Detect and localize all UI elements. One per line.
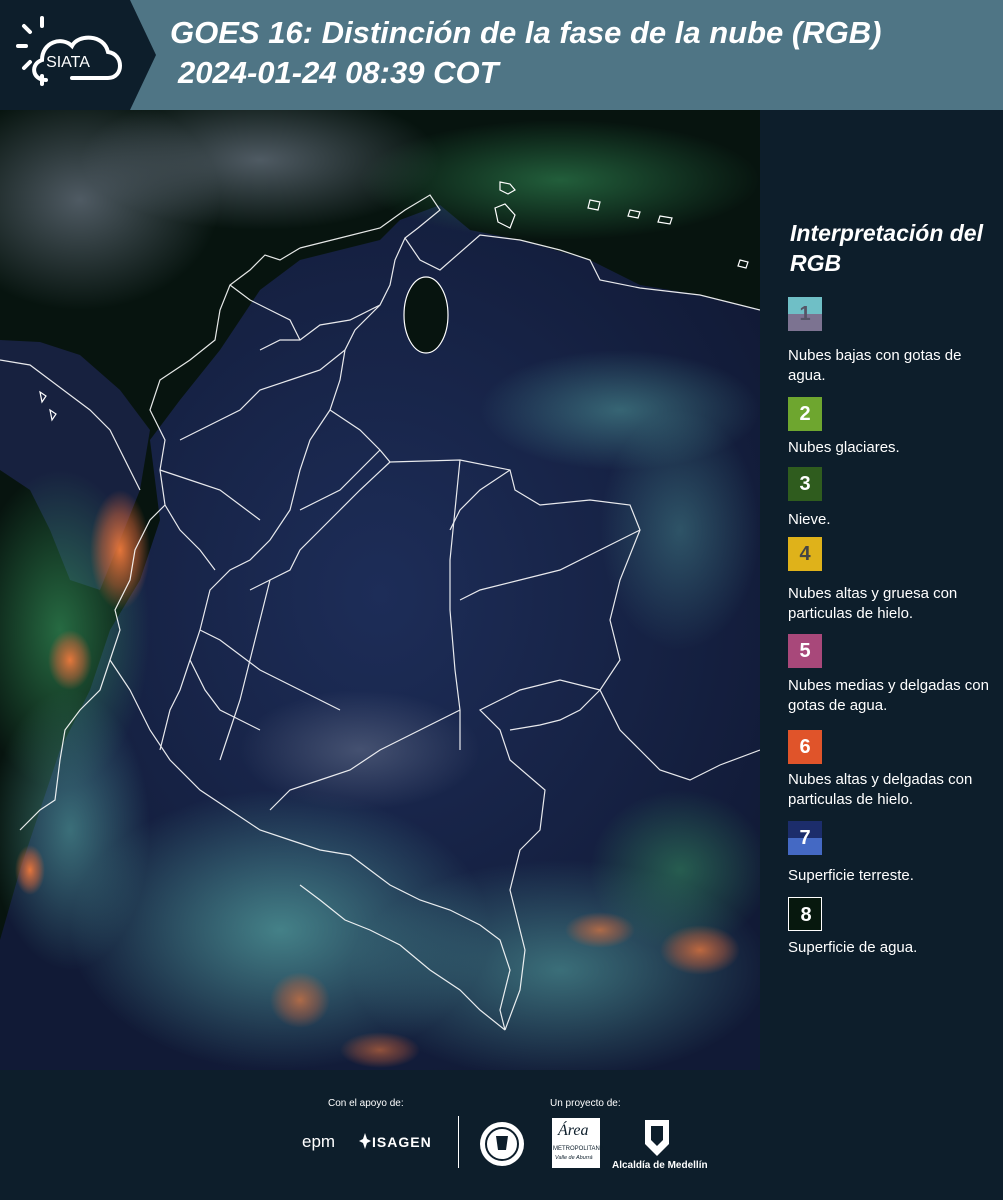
isagen-logo: ISAGEN [372, 1134, 432, 1150]
legend-item-text: Nubes bajas con gotas de agua. [788, 347, 962, 384]
legend-swatch-7: 7 [788, 821, 822, 855]
epm-logo: epm [302, 1132, 336, 1151]
satellite-map[interactable] [0, 110, 760, 1070]
legend-swatch-6: 6 [788, 730, 822, 764]
legend-item-text: Nubes glaciares. [788, 439, 900, 456]
legend-swatch-8: 8 [788, 897, 822, 931]
project-label: Un proyecto de: [550, 1098, 621, 1109]
legend-title: Interpretación del RGB [790, 220, 983, 276]
page-subtitle: 2024-01-24 08:39 COT [178, 55, 499, 90]
legend-item-text: Superficie terreste. [788, 867, 914, 884]
legend-number: 3 [799, 473, 811, 495]
medellin-shield-icon [645, 1120, 669, 1156]
legend-swatch-4: 4 [788, 537, 822, 571]
alcaldia-label: Alcaldía de Medellín [612, 1160, 708, 1171]
legend-item-text: Superficie de agua. [788, 939, 918, 956]
footer-divider [458, 1116, 459, 1168]
legend-swatch-3: 3 [788, 467, 822, 501]
siata-logo: SIATA [16, 16, 122, 86]
legend-number: 2 [799, 403, 811, 425]
legend-item-text: Nubes altas y gruesa con particulas de h… [788, 585, 958, 622]
legend-number: 1 [799, 303, 811, 325]
legend-item-text: Nubes altas y delgadas con particulas de… [788, 771, 973, 808]
footer: Con el apoyo de: Un proyecto de: epm ISA… [0, 1070, 1003, 1200]
lake-maracaibo [403, 276, 449, 354]
map-svg [0, 110, 760, 1070]
legend-number: 6 [799, 736, 811, 758]
isagen-icon [359, 1133, 371, 1149]
legend-number: 7 [799, 827, 811, 849]
legend-swatch-2: 2 [788, 397, 822, 431]
area-metropolitana-logo: Área METROPOLITANA Valle de Aburrá [552, 1118, 604, 1168]
page-title: GOES 16: Distinción de la fase de la nub… [170, 15, 882, 50]
legend-number: 5 [799, 640, 811, 662]
area-logo-sub: METROPOLITANA [553, 1146, 604, 1152]
logo-block: SIATA [0, 0, 130, 110]
logo-arrow [130, 0, 156, 110]
svg-text:SIATA: SIATA [46, 54, 90, 71]
university-seal-icon [480, 1122, 524, 1166]
header: SIATA GOES 16: Distinción de la fase de … [0, 0, 1003, 110]
support-label: Con el apoyo de: [328, 1098, 404, 1109]
legend-item-text: Nieve. [788, 511, 831, 528]
legend-panel: Interpretación del RGB 1 Nubes bajas con … [760, 110, 1003, 1070]
legend-item-text: Nubes medias y delgadas con gotas de agu… [788, 677, 989, 714]
area-logo-text: Área [558, 1122, 589, 1139]
legend-number: 4 [799, 543, 811, 565]
legend-number: 8 [800, 904, 812, 926]
legend-swatch-1: 1 [788, 297, 822, 331]
area-logo-sub2: Valle de Aburrá [555, 1155, 593, 1161]
legend-swatch-5: 5 [788, 634, 822, 668]
